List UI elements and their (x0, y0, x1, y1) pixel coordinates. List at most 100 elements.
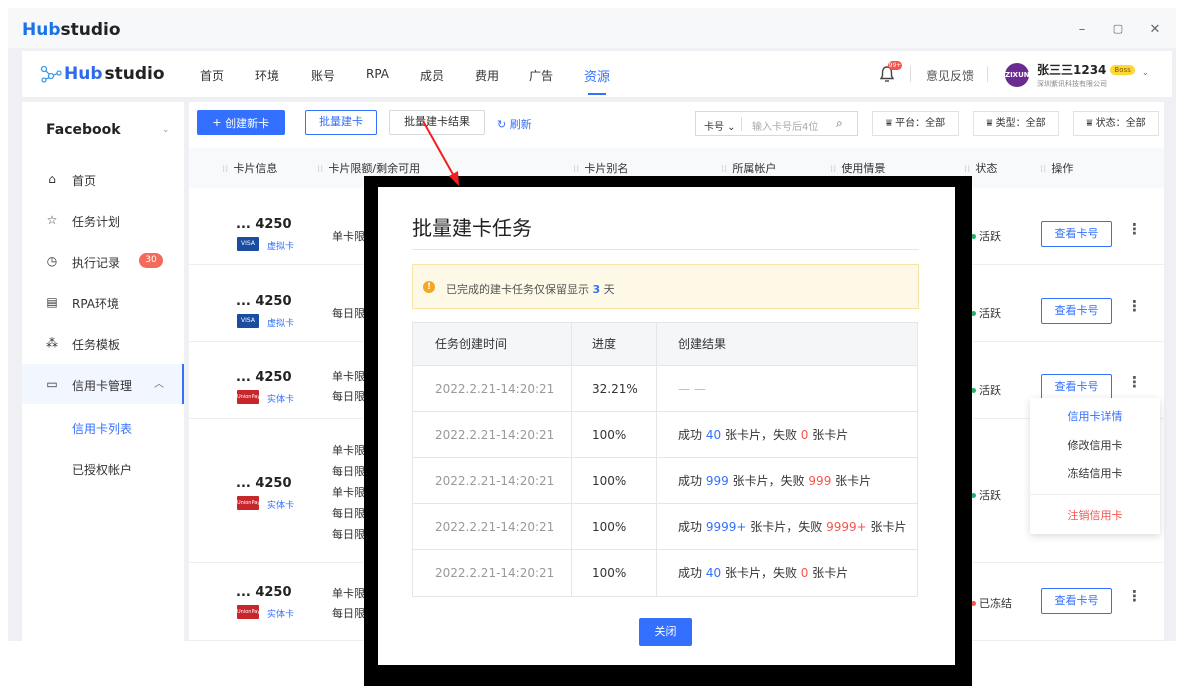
notification-button[interactable]: 99+ (878, 61, 902, 83)
card-limit: 每日限 (332, 507, 365, 520)
grid-icon: ⁂ (46, 336, 58, 350)
sidebar-item-exec-log[interactable]: ◷ 执行记录 30 (22, 241, 184, 281)
task-time: 2022.2.21-14:20:21 (413, 504, 572, 549)
divider (741, 117, 742, 131)
more-icon[interactable]: ⋮ (1127, 373, 1142, 391)
card-number: ... 4250 (236, 585, 292, 600)
column-header[interactable]: 操作 (1040, 160, 1073, 176)
task-progress: 100% (572, 412, 657, 457)
card-limit: 每日限 (332, 528, 365, 541)
status-badge: 活跃 (971, 228, 1001, 244)
logo[interactable]: Hub studio (40, 64, 165, 84)
molecule-logo-icon (40, 65, 62, 83)
sidebar: Facebook ⌄ ⌂ 首页 ☆ 任务计划 ◷ 执行记录 30 ▤ RPA环境 ⁂ 任务模… (22, 102, 184, 641)
feedback-link[interactable]: 意见反馈 (926, 67, 974, 84)
view-card-button[interactable]: 查看卡号 (1041, 221, 1112, 247)
column-header[interactable]: 使用情景 (830, 160, 885, 176)
nav-ads[interactable]: 广告 (529, 67, 553, 84)
menu-item-freeze-card[interactable]: 冻结信用卡 (1030, 465, 1160, 481)
more-icon[interactable]: ⋮ (1127, 220, 1142, 238)
notification-badge: 99+ (888, 61, 902, 70)
close-dialog-button[interactable]: 关闭 (639, 618, 692, 646)
status-badge: 活跃 (971, 305, 1001, 321)
nav-rpa[interactable]: RPA (366, 67, 389, 81)
card-limit: 单卡限 (332, 587, 365, 600)
column-header[interactable]: 卡片信息 (222, 160, 277, 176)
visa-logo-icon: VISA (237, 237, 259, 251)
task-result: 成功 9999+ 张卡片，失败 9999+ 张卡片 (678, 520, 907, 534)
chevron-down-icon[interactable]: ⌄ (162, 125, 170, 135)
status-badge: 活跃 (971, 487, 1001, 503)
view-card-button[interactable]: 查看卡号 (1041, 374, 1112, 400)
card-search[interactable]: 卡号 ⌄ 输入卡号后4位 ⌕ (695, 111, 858, 136)
task-progress: 32.21% (572, 366, 657, 411)
card-type: 实体卡 (267, 501, 295, 511)
task-time: 2022.2.21-14:20:21 (413, 366, 572, 411)
status-filter[interactable]: ⩸ 状态：全部 (1073, 111, 1159, 136)
user-name[interactable]: 张三三1234 Boss (1037, 61, 1135, 78)
column-header: 进度 (572, 323, 657, 365)
column-header[interactable]: 状态 (964, 160, 997, 176)
maximize-button[interactable]: ▢ (1110, 22, 1126, 35)
card-type: 虚拟卡 (267, 319, 295, 329)
rpa-icon: ▤ (46, 295, 58, 309)
minimize-button[interactable]: – (1074, 22, 1090, 37)
column-header[interactable]: 卡片限额/剩余可用 (317, 160, 420, 176)
nav-fees[interactable]: 费用 (475, 67, 499, 84)
more-icon[interactable]: ⋮ (1127, 297, 1142, 315)
batch-create-button[interactable]: 批量建卡 (305, 110, 377, 135)
divider (1030, 494, 1160, 495)
platform-filter[interactable]: ⩸ 平台：全部 (872, 111, 959, 136)
nav-account[interactable]: 账号 (311, 67, 335, 84)
search-input[interactable]: 输入卡号后4位 (752, 118, 818, 133)
clock-icon: ◷ (46, 254, 58, 268)
divider (412, 249, 919, 250)
search-icon[interactable]: ⌕ (836, 116, 843, 131)
dialog-title: 批量建卡任务 (412, 216, 532, 240)
sidebar-subitem-authorized-accounts[interactable]: 已授权帐户 (72, 461, 132, 478)
sidebar-item-card-management[interactable]: ▭ 信用卡管理 ︿ (22, 364, 184, 404)
sidebar-item-rpa-env[interactable]: ▤ RPA环境 (22, 282, 184, 322)
chevron-down-icon[interactable]: ⌄ (1142, 68, 1149, 77)
card-number: ... 4250 (236, 476, 292, 491)
task-progress: 100% (572, 550, 657, 596)
plus-icon: + (212, 114, 222, 130)
avatar[interactable]: ZIXUN (1005, 63, 1030, 87)
nav-environment[interactable]: 环境 (255, 67, 279, 84)
type-filter[interactable]: ⩸ 类型：全部 (973, 111, 1059, 136)
title-bar: Hubstudio – ▢ ✕ (8, 8, 1176, 48)
nav-resources[interactable]: 资源 (584, 66, 610, 95)
card-limit: 每日限 (332, 607, 365, 620)
close-window-button[interactable]: ✕ (1147, 22, 1163, 37)
card-number: ... 4250 (236, 370, 292, 385)
task-progress: 100% (572, 504, 657, 549)
refresh-button[interactable]: ↻ 刷新 (497, 116, 532, 132)
sidebar-subitem-card-list[interactable]: 信用卡列表 (72, 420, 132, 437)
task-table: 任务创建时间 进度 创建结果 2022.2.21-14:20:21 32.21%… (412, 322, 918, 597)
card-limit: 每日限 (332, 465, 365, 478)
batch-result-button[interactable]: 批量建卡结果 (389, 110, 485, 135)
column-header: 创建结果 (678, 337, 727, 351)
sidebar-item-task-template[interactable]: ⁂ 任务模板 (22, 323, 184, 363)
menu-item-card-details[interactable]: 信用卡详情 (1030, 408, 1160, 424)
create-card-button[interactable]: + 创建新卡 (197, 110, 285, 135)
column-header[interactable]: 所属帐户 (721, 160, 776, 176)
menu-item-cancel-card[interactable]: 注销信用卡 (1030, 507, 1160, 523)
sidebar-item-home[interactable]: ⌂ 首页 (22, 159, 184, 199)
task-result: 成功 40 张卡片，失败 0 张卡片 (678, 566, 849, 580)
nav-home[interactable]: 首页 (200, 67, 224, 84)
more-icon[interactable]: ⋮ (1127, 587, 1142, 605)
unionpay-logo-icon: UnionPay (237, 605, 260, 619)
view-card-button[interactable]: 查看卡号 (1041, 298, 1112, 324)
search-key-select[interactable]: 卡号 ⌄ (704, 118, 736, 133)
filter-icon: ⩸ (885, 118, 892, 129)
table-row: 2022.2.21-14:20:21 100% 成功 9999+ 张卡片，失败 … (413, 504, 917, 550)
menu-item-edit-card[interactable]: 修改信用卡 (1030, 437, 1160, 453)
task-time: 2022.2.21-14:20:21 (413, 458, 572, 503)
view-card-button[interactable]: 查看卡号 (1041, 588, 1112, 614)
table-row: 2022.2.21-14:20:21 100% 成功 40 张卡片，失败 0 张… (413, 550, 917, 596)
column-header[interactable]: 卡片别名 (573, 160, 628, 176)
company-name: 深圳紫讯科技有限公司 (1037, 80, 1107, 88)
nav-members[interactable]: 成员 (420, 67, 444, 84)
sidebar-item-task-plan[interactable]: ☆ 任务计划 (22, 200, 184, 240)
